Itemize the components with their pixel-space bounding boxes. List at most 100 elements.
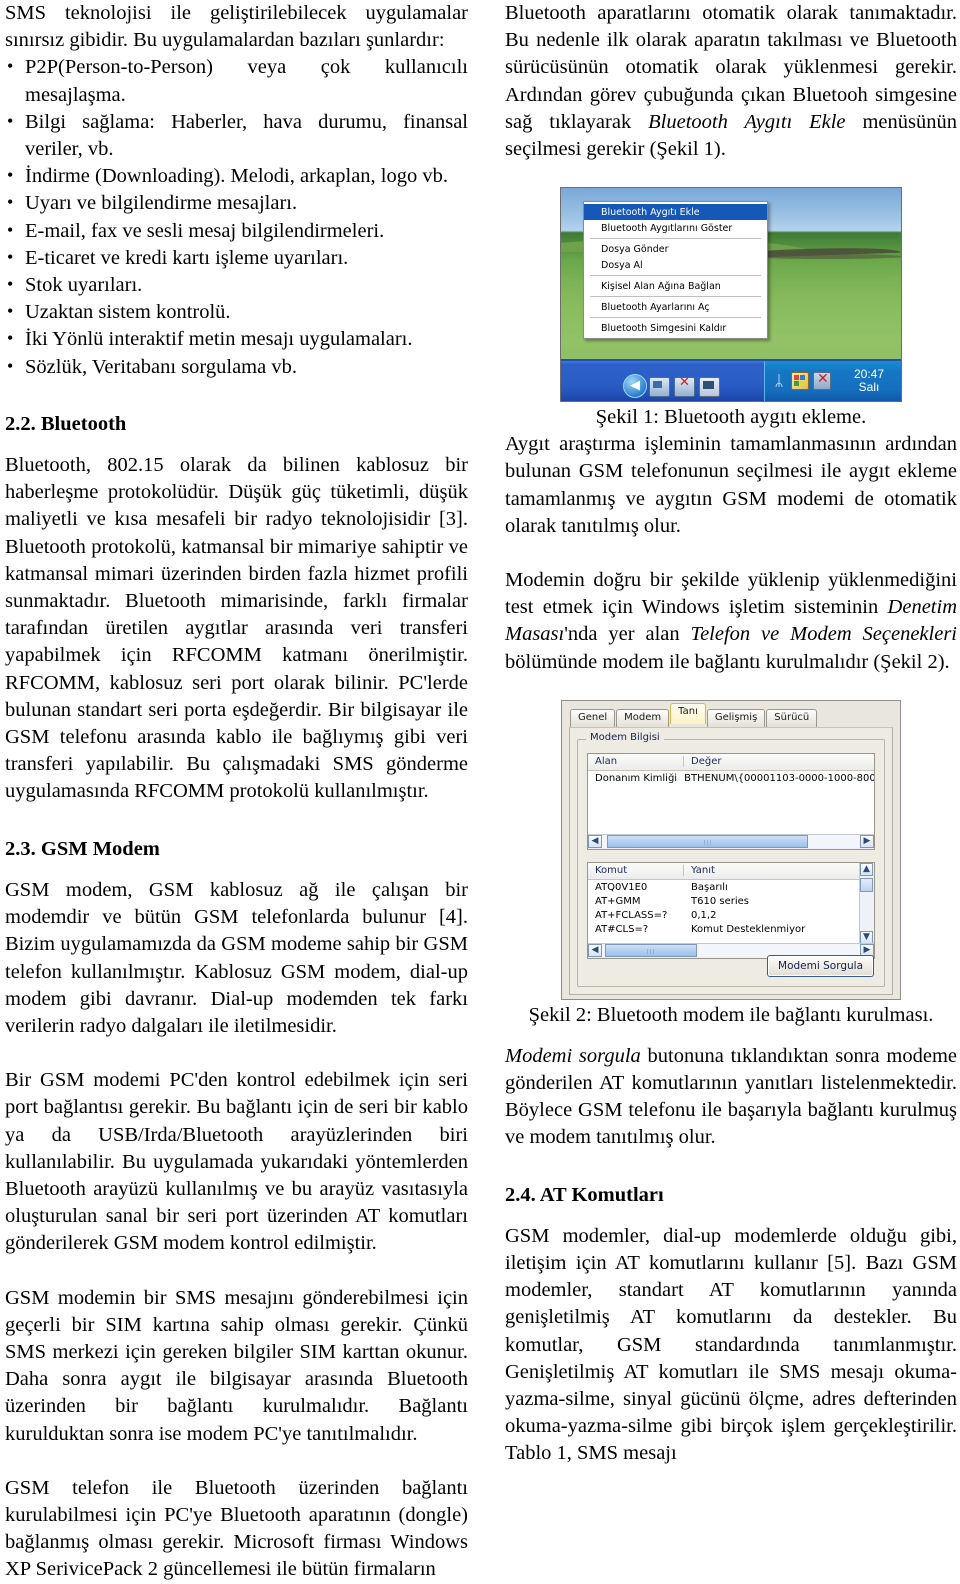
- column-header-yanit: Yanıt: [691, 865, 715, 877]
- applications-bullet-list: P2P(Person-to-Person) veya çok kullanıcı…: [5, 53, 468, 381]
- cell-response: Komut Desteklenmiyor: [691, 923, 806, 935]
- list-item: Bilgi sağlama: Haberler, hava durumu, fi…: [5, 108, 468, 163]
- menu-separator: [590, 275, 761, 277]
- column-header-alan: Alan: [588, 756, 684, 768]
- column-header-komut: Komut: [588, 865, 684, 877]
- table-row[interactable]: AT+FCLASS=? 0,1,2: [588, 908, 874, 922]
- list-item: E-ticaret ve kredi kartı işleme uyarılar…: [5, 244, 468, 272]
- column-header-deger: Değer: [691, 756, 722, 768]
- ridge-graphic-secondary: [748, 254, 901, 260]
- dialog-tab-bar[interactable]: Genel Modem Tanı Gelişmiş Sürücü: [562, 701, 900, 727]
- modem-info-listview[interactable]: Alan Değer Donanım Kimliği BTHENUM\{0000…: [587, 752, 875, 850]
- figure-2-caption: Şekil 2: Bluetooth modem ile bağlantı ku…: [528, 1003, 934, 1026]
- scroll-up-icon[interactable]: ▲: [860, 862, 873, 876]
- cell-response: Başarılı: [691, 881, 728, 893]
- table-row[interactable]: Donanım Kimliği BTHENUM\{00001103-0000-1…: [588, 771, 874, 785]
- cell-field-name: Donanım Kimliği: [595, 772, 678, 784]
- list-item: İki Yönlü interaktif metin mesajı uygula…: [5, 325, 468, 353]
- windows-taskbar[interactable]: ◀ ᛦ 20:47 Salı: [561, 359, 901, 402]
- mid-text-b: 'nda yer alan: [564, 623, 691, 646]
- menu-item-join-personal-area-network[interactable]: Kişisel Alan Ağına Bağlan: [584, 278, 767, 294]
- network-disconnected-icon[interactable]: [674, 375, 695, 398]
- menu-item-remove-bluetooth-icon[interactable]: Bluetooth Simgesini Kaldır: [584, 320, 767, 336]
- scroll-track[interactable]: [602, 835, 860, 849]
- cell-command: AT+FCLASS=?: [595, 909, 668, 921]
- gsm-paragraph-4: GSM telefon ile Bluetooth üzerinden bağl…: [5, 1476, 468, 1581]
- right-column: Bluetooth aparatlarını otomatik olarak t…: [505, 0, 957, 1468]
- menu-separator: [590, 317, 761, 319]
- list-item: E-mail, fax ve sesli mesaj bilgilendirme…: [5, 217, 468, 245]
- modem-info-groupbox: Modem Bilgisi Alan Değer Donanım Kimliği…: [577, 731, 885, 987]
- right-mid-paragraph-1: Aygıt araştırma işleminin tamamlanmasını…: [505, 433, 957, 537]
- right-after-fig2-paragraph: Modemi sorgula butonuna tıklandıktan son…: [505, 1043, 957, 1152]
- section-heading-gsm-modem: 2.3. GSM Modem: [5, 837, 160, 860]
- list-item: Sözlük, Veritabanı sorgulama vb.: [5, 353, 468, 381]
- scroll-thumb[interactable]: [604, 944, 698, 958]
- table-row[interactable]: AT#CLS=? Komut Desteklenmiyor: [588, 922, 874, 936]
- taskbar-clock[interactable]: 20:47 Salı: [837, 368, 901, 394]
- mid-text-c: bölümünde modem ile bağlantı kurulmalıdı…: [505, 650, 950, 673]
- groupbox-label: Modem Bilgisi: [586, 731, 664, 743]
- network-activity-icon[interactable]: [791, 372, 809, 391]
- cell-field-value: BTHENUM\{00001103-0000-1000-8000-0: [684, 772, 875, 784]
- gsm-paragraph-3: GSM modemin bir SMS mesajını gönderebilm…: [5, 1286, 468, 1445]
- table-row[interactable]: AT+GMM T610 series: [588, 894, 874, 908]
- menu-item-show-bluetooth-devices[interactable]: Bluetooth Aygıtlarını Göster: [584, 220, 767, 236]
- horizontal-scrollbar[interactable]: ◀ ▶: [588, 833, 874, 849]
- tab-genel[interactable]: Genel: [570, 708, 616, 727]
- figure-1: Bluetooth Aygıtı Ekle Bluetooth Aygıtlar…: [560, 187, 902, 403]
- tab-modem[interactable]: Modem: [616, 708, 670, 727]
- list-item: Stok uyarıları.: [5, 271, 468, 299]
- menu-item-send-file[interactable]: Dosya Gönder: [584, 241, 767, 257]
- query-modem-button[interactable]: Modemi Sorgula: [767, 954, 874, 977]
- scroll-left-icon[interactable]: ◀: [588, 835, 602, 849]
- scroll-right-icon[interactable]: ▶: [860, 835, 874, 849]
- chevron-left-icon[interactable]: ◀: [623, 374, 647, 399]
- scroll-thumb[interactable]: [860, 877, 873, 892]
- at-commands-paragraph: GSM modemler, dial-up modemlerde olduğu …: [505, 1224, 957, 1465]
- tray-icons[interactable]: ᛦ: [771, 371, 831, 391]
- figure-1-caption: Şekil 1: Bluetooth aygıtı ekleme.: [595, 406, 867, 429]
- menu-item-add-bluetooth-device[interactable]: Bluetooth Aygıtı Ekle: [584, 204, 767, 221]
- list-item: P2P(Person-to-Person) veya çok kullanıcı…: [5, 53, 468, 108]
- network-error-icon[interactable]: [813, 371, 831, 391]
- monitor-icon[interactable]: [699, 377, 720, 398]
- menu-separator: [590, 296, 761, 298]
- bluetooth-context-menu[interactable]: Bluetooth Aygıtı Ekle Bluetooth Aygıtlar…: [583, 201, 768, 340]
- scroll-thumb[interactable]: [607, 835, 809, 849]
- quick-launch-icons[interactable]: [649, 375, 720, 398]
- cell-command: ATQ0V1E0: [595, 881, 648, 893]
- menu-name-emphasis: Bluetooth Aygıtı Ekle: [648, 110, 846, 133]
- menu-item-receive-file[interactable]: Dosya Al: [584, 257, 767, 273]
- menu-separator: [590, 238, 761, 240]
- tab-panel-tani: Modem Bilgisi Alan Değer Donanım Kimliği…: [569, 726, 893, 995]
- table-row[interactable]: ATQ0V1E0 Başarılı: [588, 880, 874, 894]
- vertical-scrollbar[interactable]: ▲ ▼: [859, 862, 874, 944]
- phone-modem-options-emphasis: Telefon ve Modem Seçenekleri: [690, 623, 957, 646]
- list-item: Uyarı ve bilgilendirme mesajları.: [5, 189, 468, 217]
- list-item: Uzaktan sistem kontrolü.: [5, 298, 468, 326]
- listview-header: Komut Yanıt: [588, 862, 874, 880]
- list-item: İndirme (Downloading). Melodi, arkaplan,…: [5, 162, 468, 190]
- scroll-left-icon[interactable]: ◀: [588, 944, 602, 958]
- intro-paragraph: SMS teknolojisi ile geliştirilebilecek u…: [5, 2, 468, 52]
- clock-day: Salı: [858, 380, 880, 395]
- at-command-listview[interactable]: Komut Yanıt ATQ0V1E0 Başarılı AT+GMM T61…: [587, 861, 875, 959]
- bluetooth-icon[interactable]: ᛦ: [771, 373, 787, 389]
- query-modem-emphasis: Modemi sorgula: [505, 1044, 641, 1067]
- network-icon[interactable]: [649, 377, 670, 398]
- gsm-paragraph-2: Bir GSM modemi PC'den kontrol edebilmek …: [5, 1069, 468, 1255]
- right-mid-paragraph-2: Modemin doğru bir şekilde yüklenip yükle…: [505, 567, 957, 676]
- tab-gelismis[interactable]: Gelişmiş: [706, 708, 766, 727]
- gsm-paragraph-1: GSM modem, GSM kablosuz ağ ile çalışan b…: [5, 878, 468, 1037]
- cell-command: AT#CLS=?: [595, 923, 649, 935]
- cell-command: AT+GMM: [595, 895, 641, 907]
- cell-response: T610 series: [691, 895, 749, 907]
- tab-surucu[interactable]: Sürücü: [766, 708, 818, 727]
- tab-tani[interactable]: Tanı: [670, 702, 706, 724]
- system-tray[interactable]: ᛦ 20:47 Salı: [764, 361, 901, 402]
- windows-desktop-screenshot: Bluetooth Aygıtı Ekle Bluetooth Aygıtlar…: [560, 187, 902, 403]
- listview-header: Alan Değer: [588, 753, 874, 771]
- modem-properties-dialog[interactable]: Genel Modem Tanı Gelişmiş Sürücü Modem B…: [561, 699, 901, 1000]
- menu-item-open-bluetooth-settings[interactable]: Bluetooth Ayarlarını Aç: [584, 299, 767, 315]
